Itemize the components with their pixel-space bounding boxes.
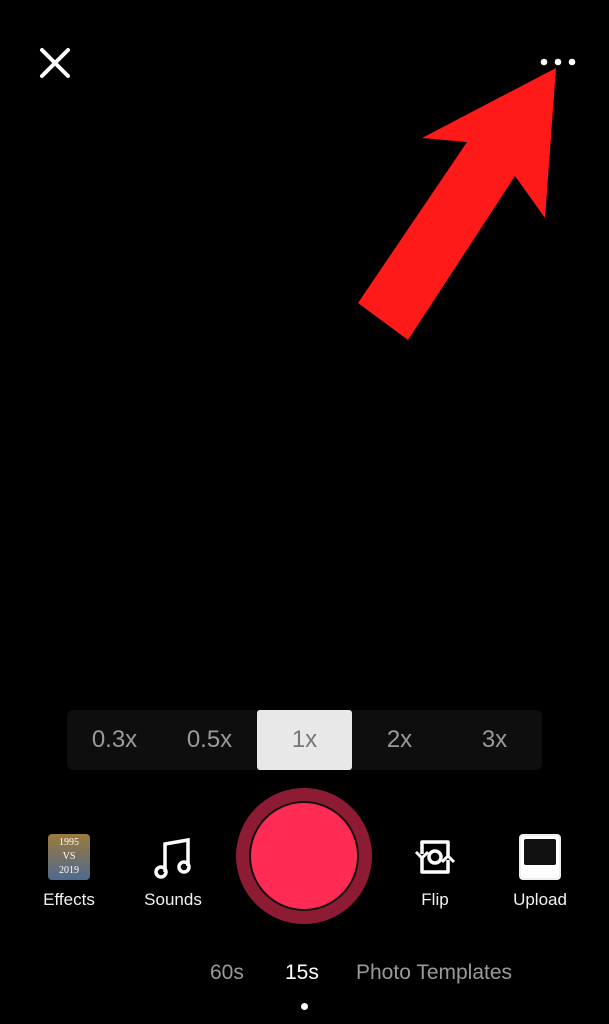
mode-photo-templates[interactable]: Photo Templates (356, 961, 512, 985)
mode-15s[interactable]: 15s (285, 961, 319, 985)
mode-60s[interactable]: 60s (210, 961, 244, 985)
effects-button[interactable]: 1995 VS 2019 Effects (19, 834, 119, 910)
sounds-button[interactable]: Sounds (123, 834, 223, 910)
active-mode-indicator (301, 1003, 308, 1010)
zoom-3x[interactable]: 3x (447, 710, 542, 770)
zoom-2x[interactable]: 2x (352, 710, 447, 770)
upload-label: Upload (513, 890, 567, 909)
zoom-0.3x[interactable]: 0.3x (67, 710, 162, 770)
sounds-label: Sounds (144, 890, 202, 909)
red-annotation-arrow (358, 68, 556, 340)
effects-label: Effects (43, 890, 95, 909)
effects-thumbnail: 1995 VS 2019 (48, 834, 90, 880)
zoom-level-selector: 0.3x 0.5x 1x 2x 3x (67, 710, 542, 770)
record-button[interactable] (249, 801, 359, 911)
zoom-0.5x[interactable]: 0.5x (162, 710, 257, 770)
zoom-1x[interactable]: 1x (257, 710, 352, 770)
upload-button[interactable]: Upload (490, 834, 590, 910)
flip-label: Flip (421, 890, 449, 909)
flip-camera-icon (414, 840, 456, 874)
upload-thumbnail (519, 834, 561, 880)
music-note-icon (154, 837, 191, 879)
flip-button[interactable]: Flip (385, 834, 485, 910)
